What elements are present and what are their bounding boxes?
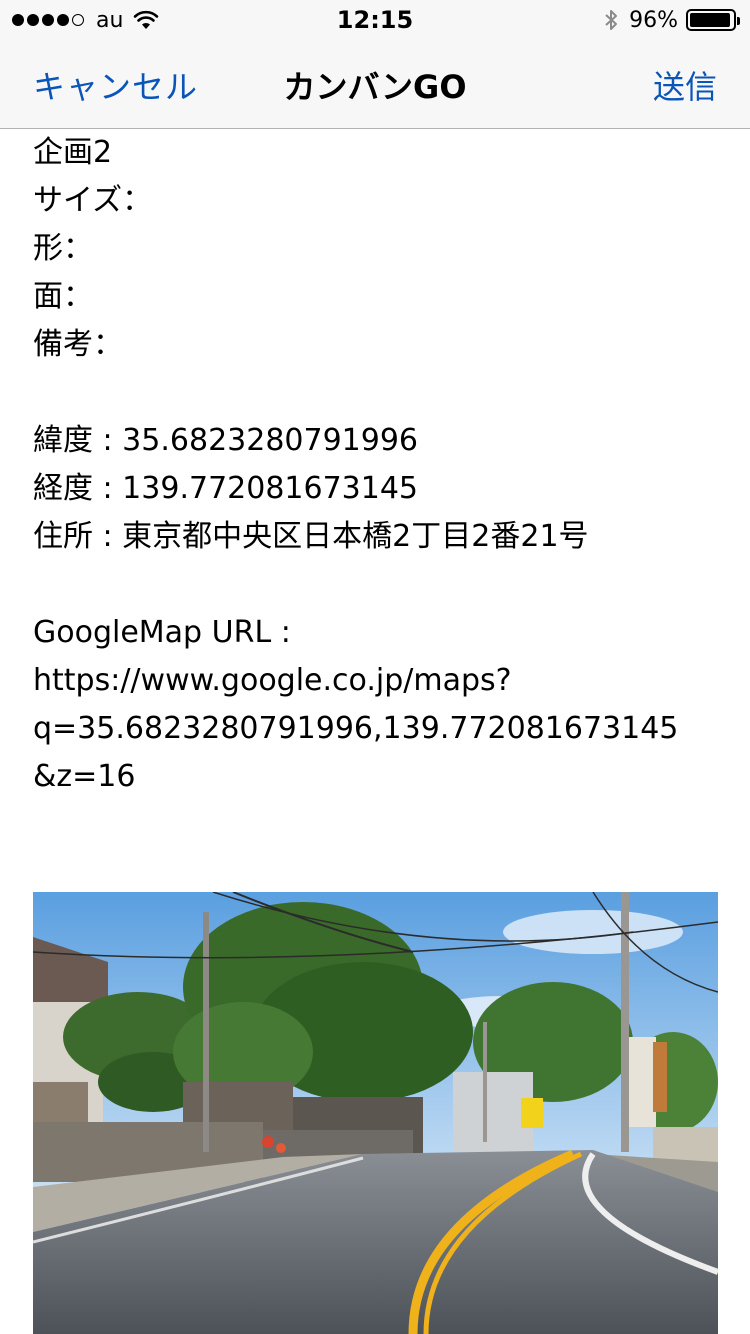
map-url-line[interactable]: q=35.6823280791996,139.772081673145 <box>33 705 723 753</box>
navigation-bar: キャンセル カンバンGO 送信 <box>0 40 750 129</box>
longitude-line: 経度 : 139.772081673145 <box>33 471 419 506</box>
battery-level-fill <box>690 13 730 27</box>
status-right: 96% <box>603 6 740 34</box>
page-title: カンバンGO <box>283 68 467 106</box>
battery-percent: 96% <box>629 7 678 33</box>
send-button[interactable]: 送信 <box>653 62 717 108</box>
map-url-line[interactable]: https://www.google.co.jp/maps? <box>33 657 723 705</box>
message-body[interactable]: 企画2 サイズ： 形： 面： 備考： 緯度 : 35.6823280791996… <box>33 129 723 801</box>
notes-line: 備考： <box>33 327 123 362</box>
latitude-line: 緯度 : 35.6823280791996 <box>33 423 419 458</box>
size-line: サイズ： <box>33 183 153 218</box>
battery-icon <box>686 9 740 31</box>
bluetooth-icon <box>605 10 618 30</box>
face-line: 面： <box>33 279 93 314</box>
status-bar: au 12:15 96% <box>0 0 750 40</box>
project-line: 企画2 <box>33 135 113 170</box>
map-url-label: GoogleMap URL : <box>33 615 291 650</box>
address-line: 住所 : 東京都中央区日本橋2丁目2番21号 <box>33 519 589 554</box>
shape-line: 形： <box>33 231 93 266</box>
street-photo-image <box>33 892 718 1334</box>
attached-photo[interactable] <box>33 892 718 1334</box>
map-url-line[interactable]: &z=16 <box>33 753 723 801</box>
